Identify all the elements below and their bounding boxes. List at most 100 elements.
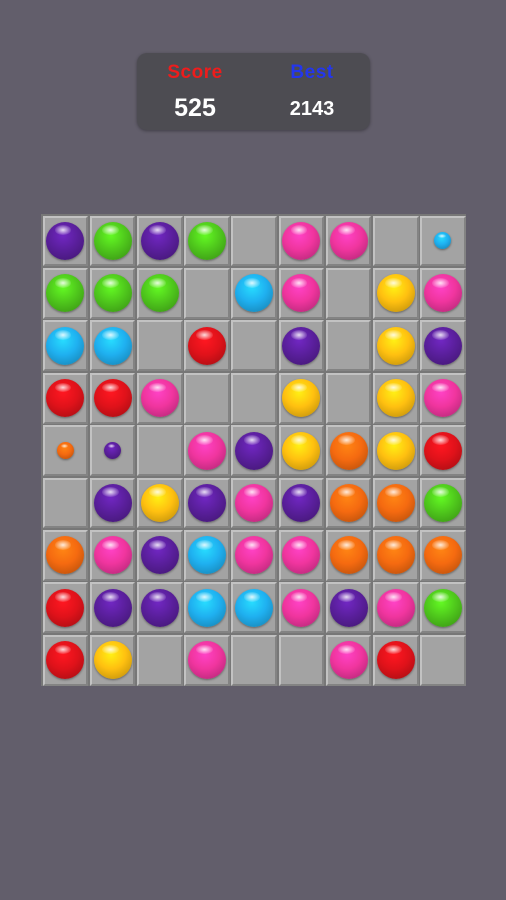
red-ball[interactable] xyxy=(93,379,132,418)
board-cell[interactable] xyxy=(42,529,89,581)
orange-ball[interactable] xyxy=(376,483,415,522)
board-cell[interactable] xyxy=(278,582,325,634)
board-cell[interactable] xyxy=(278,529,325,581)
board-cell[interactable] xyxy=(231,582,277,634)
board-cell[interactable] xyxy=(42,477,89,529)
pink-ball[interactable] xyxy=(423,274,462,313)
board-cell[interactable] xyxy=(325,372,372,424)
board-cell[interactable] xyxy=(136,320,183,372)
orange-small-ball[interactable] xyxy=(56,442,74,460)
orange-ball[interactable] xyxy=(46,536,85,575)
purple-ball[interactable] xyxy=(235,431,274,470)
board-cell[interactable] xyxy=(278,634,325,686)
board-cell[interactable] xyxy=(42,372,89,424)
board-cell[interactable] xyxy=(42,267,89,319)
red-ball[interactable] xyxy=(376,641,415,680)
purple-ball[interactable] xyxy=(423,326,462,365)
pink-ball[interactable] xyxy=(282,274,321,313)
board-cell[interactable] xyxy=(231,320,277,372)
board-cell[interactable] xyxy=(372,634,419,686)
board-cell[interactable] xyxy=(89,372,136,424)
board-cell[interactable] xyxy=(231,372,277,424)
board-cell[interactable] xyxy=(325,425,372,476)
board-cell[interactable] xyxy=(89,215,136,267)
pink-ball[interactable] xyxy=(282,588,321,627)
green-ball[interactable] xyxy=(423,588,462,627)
board-cell[interactable] xyxy=(325,582,372,634)
board-cell[interactable] xyxy=(420,320,466,372)
cyan-ball[interactable] xyxy=(235,274,274,313)
board-cell[interactable] xyxy=(42,320,89,372)
board-cell[interactable] xyxy=(325,529,372,581)
board-cell[interactable] xyxy=(420,425,466,476)
board-cell[interactable] xyxy=(372,582,419,634)
board-cell[interactable] xyxy=(89,582,136,634)
orange-ball[interactable] xyxy=(329,483,368,522)
board-cell[interactable] xyxy=(420,477,466,529)
yellow-ball[interactable] xyxy=(282,379,321,418)
purple-ball[interactable] xyxy=(93,588,132,627)
board-cell[interactable] xyxy=(42,582,89,634)
yellow-ball[interactable] xyxy=(376,274,415,313)
purple-ball[interactable] xyxy=(140,588,179,627)
board-cell[interactable] xyxy=(231,477,277,529)
pink-ball[interactable] xyxy=(423,379,462,418)
board-cell[interactable] xyxy=(184,582,230,634)
board-cell[interactable] xyxy=(184,425,230,476)
purple-ball[interactable] xyxy=(282,483,321,522)
red-ball[interactable] xyxy=(46,379,85,418)
red-ball[interactable] xyxy=(46,588,85,627)
cyan-small-ball[interactable] xyxy=(434,232,452,250)
red-ball[interactable] xyxy=(423,431,462,470)
board-cell[interactable] xyxy=(136,582,183,634)
board-cell[interactable] xyxy=(325,634,372,686)
board-cell[interactable] xyxy=(278,477,325,529)
board-cell[interactable] xyxy=(325,267,372,319)
cyan-ball[interactable] xyxy=(187,536,226,575)
board-cell[interactable] xyxy=(136,634,183,686)
board-cell[interactable] xyxy=(89,529,136,581)
purple-ball[interactable] xyxy=(140,536,179,575)
pink-ball[interactable] xyxy=(187,431,226,470)
board-cell[interactable] xyxy=(42,425,89,476)
board-cell[interactable] xyxy=(278,425,325,476)
board-cell[interactable] xyxy=(231,529,277,581)
board-cell[interactable] xyxy=(231,215,277,267)
board-cell[interactable] xyxy=(89,425,136,476)
board-cell[interactable] xyxy=(136,425,183,476)
pink-ball[interactable] xyxy=(235,483,274,522)
board-cell[interactable] xyxy=(420,267,466,319)
purple-ball[interactable] xyxy=(140,221,179,260)
purple-small-ball[interactable] xyxy=(104,442,122,460)
board-cell[interactable] xyxy=(325,477,372,529)
board-cell[interactable] xyxy=(184,267,230,319)
cyan-ball[interactable] xyxy=(93,326,132,365)
board-cell[interactable] xyxy=(231,634,277,686)
board-cell[interactable] xyxy=(372,529,419,581)
board-cell[interactable] xyxy=(420,215,466,267)
board-cell[interactable] xyxy=(372,267,419,319)
orange-ball[interactable] xyxy=(423,536,462,575)
pink-ball[interactable] xyxy=(376,588,415,627)
board-cell[interactable] xyxy=(136,477,183,529)
green-ball[interactable] xyxy=(423,483,462,522)
pink-ball[interactable] xyxy=(93,536,132,575)
pink-ball[interactable] xyxy=(282,221,321,260)
pink-ball[interactable] xyxy=(329,221,368,260)
board-cell[interactable] xyxy=(89,634,136,686)
yellow-ball[interactable] xyxy=(282,431,321,470)
yellow-ball[interactable] xyxy=(376,326,415,365)
board-cell[interactable] xyxy=(420,529,466,581)
board-cell[interactable] xyxy=(372,215,419,267)
board-cell[interactable] xyxy=(89,320,136,372)
board-cell[interactable] xyxy=(420,372,466,424)
pink-ball[interactable] xyxy=(140,379,179,418)
board-cell[interactable] xyxy=(89,477,136,529)
board-cell[interactable] xyxy=(136,529,183,581)
purple-ball[interactable] xyxy=(46,221,85,260)
orange-ball[interactable] xyxy=(329,431,368,470)
board-cell[interactable] xyxy=(136,372,183,424)
board-cell[interactable] xyxy=(420,634,466,686)
pink-ball[interactable] xyxy=(282,536,321,575)
board-cell[interactable] xyxy=(184,372,230,424)
